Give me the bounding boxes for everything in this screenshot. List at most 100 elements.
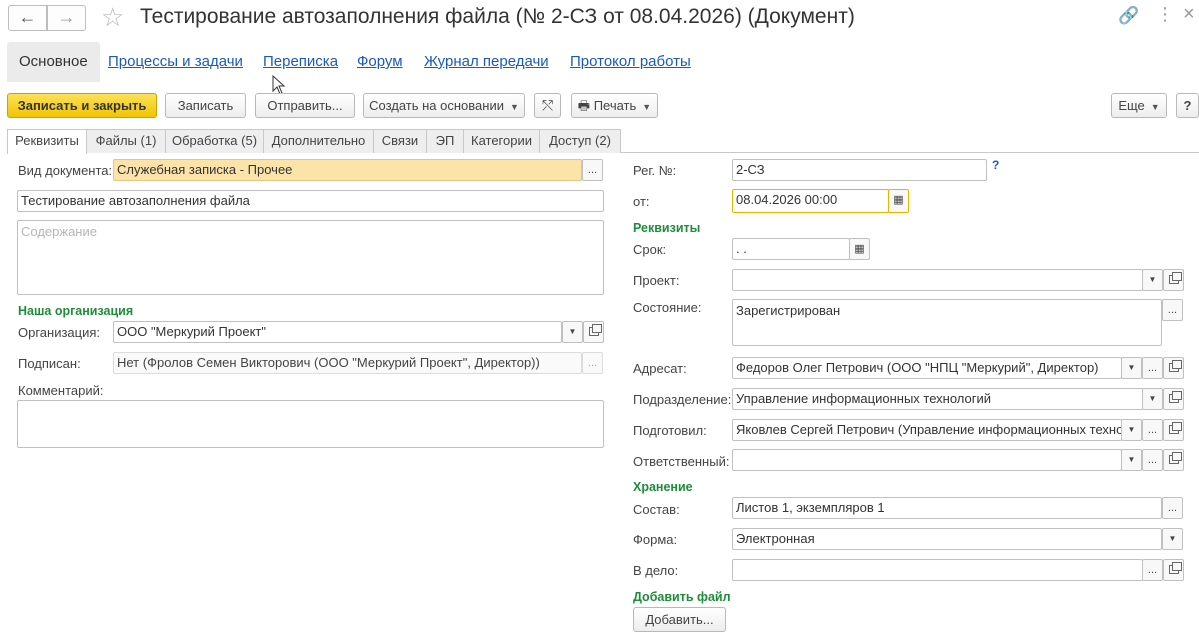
- form-label: Форма:: [633, 532, 678, 547]
- doc-title-field[interactable]: Тестирование автозаполнения файла: [17, 190, 604, 212]
- requisites-group: Реквизиты: [633, 221, 701, 235]
- prepared-by-label: Подготовил:: [633, 423, 707, 438]
- comment-label: Комментарий:: [18, 383, 104, 398]
- signed-field: Нет (Фролов Семен Викторович (ООО "Мерку…: [113, 352, 582, 374]
- to-case-field[interactable]: [732, 559, 1143, 581]
- department-dropdown-icon[interactable]: ▼: [1142, 388, 1163, 410]
- forward-arrow-icon[interactable]: →: [47, 5, 86, 31]
- doc-type-label: Вид документа:: [18, 163, 113, 178]
- comment-field[interactable]: [17, 400, 604, 448]
- save-button[interactable]: Записать: [165, 93, 246, 118]
- help-button[interactable]: ?: [1176, 93, 1199, 118]
- project-open-icon[interactable]: [1163, 269, 1184, 291]
- organization-label: Организация:: [18, 325, 101, 340]
- responsible-field[interactable]: [732, 449, 1122, 471]
- doc-type-select-button[interactable]: ...: [582, 159, 603, 181]
- to-case-label: В дело:: [633, 563, 679, 578]
- addressee-label: Адресат:: [633, 361, 687, 376]
- chevron-down-icon: ▼: [642, 102, 652, 112]
- prepared-by-open-icon[interactable]: [1163, 419, 1184, 441]
- create-based-on-label: Создать на основании: [369, 98, 504, 113]
- signed-label: Подписан:: [18, 356, 81, 371]
- project-dropdown-icon[interactable]: ▼: [1142, 269, 1163, 291]
- add-file-button[interactable]: Добавить...: [633, 607, 726, 632]
- signed-select-button: ...: [582, 352, 603, 374]
- doc-type-field[interactable]: Служебная записка - Прочее: [113, 159, 582, 181]
- content-placeholder: Содержание: [21, 224, 97, 239]
- chevron-down-icon: ▼: [1150, 102, 1160, 112]
- more-button[interactable]: Еще ▼: [1111, 93, 1167, 118]
- print-label: Печать: [593, 98, 637, 113]
- date-from-calendar-icon[interactable]: ▦: [888, 189, 909, 213]
- save-and-close-button[interactable]: Записать и закрыть: [7, 93, 157, 118]
- storage-group: Хранение: [633, 480, 693, 494]
- responsible-select-button[interactable]: ...: [1142, 449, 1163, 471]
- section-work-log[interactable]: Протокол работы: [570, 42, 691, 82]
- reg-number-help-icon[interactable]: ?: [992, 158, 999, 172]
- to-case-open-icon[interactable]: [1163, 559, 1184, 581]
- section-nav: Основное Процессы и задачи Переписка Фор…: [0, 42, 1199, 82]
- tab-files[interactable]: Файлы (1): [86, 129, 166, 153]
- composition-select-button[interactable]: ...: [1162, 497, 1183, 519]
- favorite-star-icon[interactable]: ☆: [101, 4, 124, 30]
- prepared-by-field[interactable]: Яковлев Сергей Петрович (Управление инфо…: [732, 419, 1122, 441]
- create-based-on-button[interactable]: Создать на основании ▼: [363, 93, 525, 118]
- form-dropdown-icon[interactable]: ▼: [1162, 528, 1183, 550]
- form-field[interactable]: Электронная: [732, 528, 1162, 550]
- reg-number-label: Рег. №:: [633, 163, 677, 178]
- prepared-by-dropdown-icon[interactable]: ▼: [1121, 419, 1142, 441]
- tab-requisites[interactable]: Реквизиты: [7, 129, 87, 154]
- content-field[interactable]: Содержание: [17, 220, 604, 295]
- organization-dropdown-icon[interactable]: ▼: [562, 321, 583, 343]
- responsible-dropdown-icon[interactable]: ▼: [1121, 449, 1142, 471]
- print-button[interactable]: 🖶 Печать ▼: [571, 93, 658, 118]
- state-label: Состояние:: [633, 300, 702, 315]
- date-from-field[interactable]: 08.04.2026 00:00: [732, 189, 889, 213]
- department-open-icon[interactable]: [1163, 388, 1184, 410]
- close-icon[interactable]: ×: [1183, 3, 1195, 26]
- add-file-group: Добавить файл: [633, 590, 731, 604]
- back-arrow-icon[interactable]: ←: [8, 5, 47, 31]
- composition-field[interactable]: Листов 1, экземпляров 1: [732, 497, 1162, 519]
- deadline-calendar-icon[interactable]: ▦: [849, 238, 870, 260]
- tab-categories[interactable]: Категории: [463, 129, 540, 153]
- responsible-open-icon[interactable]: [1163, 449, 1184, 471]
- section-transfer-log[interactable]: Журнал передачи: [424, 42, 549, 82]
- department-field[interactable]: Управление информационных технологий: [732, 388, 1143, 410]
- more-vertical-icon[interactable]: ⋮: [1156, 4, 1174, 25]
- section-main[interactable]: Основное: [7, 42, 100, 82]
- share-icon[interactable]: ⤲: [534, 93, 561, 118]
- tab-links[interactable]: Связи: [373, 129, 427, 153]
- deadline-label: Срок:: [633, 242, 667, 257]
- title-bar: ← → ☆ Тестирование автозаполнения файла …: [0, 0, 1199, 36]
- to-case-select-button[interactable]: ...: [1142, 559, 1163, 581]
- date-from-label: от:: [633, 194, 650, 209]
- organization-field[interactable]: ООО "Меркурий Проект": [113, 321, 562, 343]
- send-button[interactable]: Отправить...: [255, 93, 355, 118]
- addressee-open-icon[interactable]: [1163, 357, 1184, 379]
- organization-open-icon[interactable]: [583, 321, 604, 343]
- tab-processing[interactable]: Обработка (5): [165, 129, 264, 153]
- section-processes[interactable]: Процессы и задачи: [108, 42, 243, 82]
- prepared-by-select-button[interactable]: ...: [1142, 419, 1163, 441]
- mouse-cursor-icon: [272, 75, 286, 95]
- project-label: Проект:: [633, 273, 680, 288]
- printer-icon: 🖶: [577, 98, 591, 113]
- deadline-field[interactable]: . .: [732, 238, 850, 260]
- link-icon[interactable]: 🔗: [1118, 6, 1139, 26]
- more-label: Еще: [1118, 98, 1145, 113]
- department-label: Подразделение:: [633, 392, 732, 407]
- reg-number-field[interactable]: 2-СЗ: [732, 159, 987, 181]
- section-forum[interactable]: Форум: [357, 42, 403, 82]
- window-title: Тестирование автозаполнения файла (№ 2-С…: [140, 5, 855, 28]
- tab-additional[interactable]: Дополнительно: [263, 129, 374, 153]
- state-field[interactable]: Зарегистрирован: [732, 299, 1162, 346]
- tab-ep[interactable]: ЭП: [426, 129, 464, 153]
- addressee-dropdown-icon[interactable]: ▼: [1121, 357, 1142, 379]
- tab-access[interactable]: Доступ (2): [539, 129, 621, 153]
- responsible-label: Ответственный:: [633, 454, 730, 469]
- project-field[interactable]: [732, 269, 1143, 291]
- state-select-button[interactable]: ...: [1162, 299, 1183, 321]
- addressee-field[interactable]: Федоров Олег Петрович (ООО "НПЦ "Меркури…: [732, 357, 1122, 379]
- addressee-select-button[interactable]: ...: [1142, 357, 1163, 379]
